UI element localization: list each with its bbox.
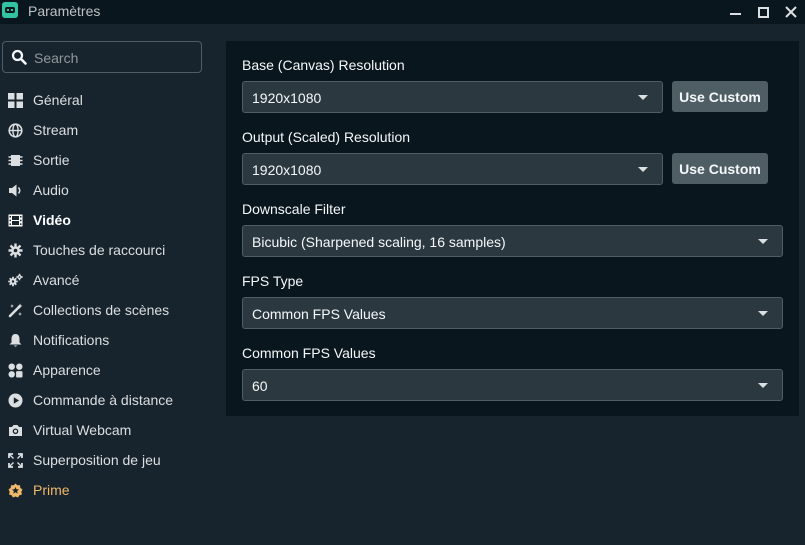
sidebar-item-general[interactable]: Général [0, 85, 215, 115]
sidebar-item-label: Vidéo [33, 212, 71, 228]
fps-type-value: Common FPS Values [252, 306, 386, 322]
minimize-icon [729, 13, 741, 15]
downscale-filter-value: Bicubic (Sharpened scaling, 16 samples) [252, 234, 506, 250]
sidebar-item-remote-control[interactable]: Commande à distance [0, 385, 215, 415]
sidebar-item-game-overlay[interactable]: Superposition de jeu [0, 445, 215, 475]
fps-type-select[interactable]: Common FPS Values [242, 297, 783, 329]
sidebar-item-label: Avancé [33, 272, 80, 288]
close-icon [785, 6, 797, 18]
sidebar-item-output[interactable]: Sortie [0, 145, 215, 175]
palette-icon [8, 363, 23, 378]
sidebar-item-scene-collections[interactable]: Collections de scènes [0, 295, 215, 325]
sidebar-item-label: Général [33, 92, 83, 108]
sidebar-item-appearance[interactable]: Apparence [0, 355, 215, 385]
base-resolution-select[interactable]: 1920x1080 [242, 81, 663, 113]
gear-icon [8, 243, 23, 258]
sidebar-item-label: Apparence [33, 362, 101, 378]
sidebar-item-label: Sortie [33, 152, 70, 168]
chip-icon [8, 155, 23, 166]
camera-icon [9, 425, 22, 436]
sidebar-item-audio[interactable]: Audio [0, 175, 215, 205]
output-resolution-select[interactable]: 1920x1080 [242, 153, 663, 185]
chevron-down-icon [638, 95, 648, 100]
sidebar-item-label: Touches de raccourci [33, 242, 166, 258]
sidebar-item-video[interactable]: Vidéo [0, 205, 215, 235]
magic-wand-icon [8, 303, 23, 318]
expand-icon [8, 453, 23, 468]
film-icon [8, 214, 23, 227]
sidebar-item-notifications[interactable]: Notifications [0, 325, 215, 355]
sidebar-item-label: Notifications [33, 332, 110, 348]
video-settings-panel: Base (Canvas) Resolution 1920x1080 Use C… [226, 41, 799, 416]
chevron-down-icon [758, 383, 768, 388]
downscale-filter-select[interactable]: Bicubic (Sharpened scaling, 16 samples) [242, 225, 783, 257]
window-title: Paramètres [28, 3, 101, 19]
speaker-icon [9, 184, 21, 197]
chevron-down-icon [758, 239, 768, 244]
sidebar-item-advanced[interactable]: Avancé [0, 265, 215, 295]
sidebar-item-label: Prime [33, 482, 70, 498]
sidebar-item-label: Collections de scènes [33, 302, 170, 318]
common-fps-select[interactable]: 60 [242, 369, 783, 401]
close-button[interactable] [779, 0, 803, 24]
maximize-button[interactable] [751, 0, 775, 24]
minimize-button[interactable] [723, 0, 747, 24]
settings-sidebar: Général Stream Sortie Audio Vidéo Touche… [0, 85, 215, 505]
base-resolution-label: Base (Canvas) Resolution [242, 57, 405, 73]
sidebar-item-label: Stream [33, 122, 79, 138]
sidebar-item-virtual-webcam[interactable]: Virtual Webcam [0, 415, 215, 445]
output-resolution-label: Output (Scaled) Resolution [242, 129, 411, 145]
chevron-down-icon [758, 311, 768, 316]
bell-icon [9, 334, 22, 347]
maximize-icon [757, 6, 769, 18]
prime-badge-icon [8, 483, 23, 498]
downscale-filter-label: Downscale Filter [242, 201, 346, 217]
base-resolution-value: 1920x1080 [252, 90, 322, 106]
globe-icon [8, 123, 23, 138]
title-bar: Paramètres [0, 0, 805, 24]
search-input[interactable] [34, 48, 194, 68]
sidebar-item-label: Audio [33, 182, 69, 198]
chevron-down-icon [638, 167, 648, 172]
base-resolution-use-custom-button[interactable]: Use Custom [672, 81, 768, 112]
common-fps-value: 60 [252, 378, 268, 394]
play-circle-icon [8, 393, 23, 408]
streamlabs-logo-icon [2, 2, 18, 18]
sidebar-item-label: Superposition de jeu [33, 452, 161, 468]
search-icon [11, 49, 27, 65]
output-resolution-value: 1920x1080 [252, 162, 322, 178]
sidebar-item-label: Virtual Webcam [33, 422, 132, 438]
sidebar-item-prime[interactable]: Prime [0, 475, 215, 505]
gears-icon [8, 273, 23, 287]
fps-type-label: FPS Type [242, 273, 304, 289]
output-resolution-use-custom-button[interactable]: Use Custom [672, 153, 768, 184]
grid-icon [8, 93, 23, 108]
common-fps-label: Common FPS Values [242, 345, 376, 361]
search-box[interactable] [2, 41, 202, 73]
sidebar-item-label: Commande à distance [33, 392, 174, 408]
sidebar-item-stream[interactable]: Stream [0, 115, 215, 145]
sidebar-item-hotkeys[interactable]: Touches de raccourci [0, 235, 215, 265]
